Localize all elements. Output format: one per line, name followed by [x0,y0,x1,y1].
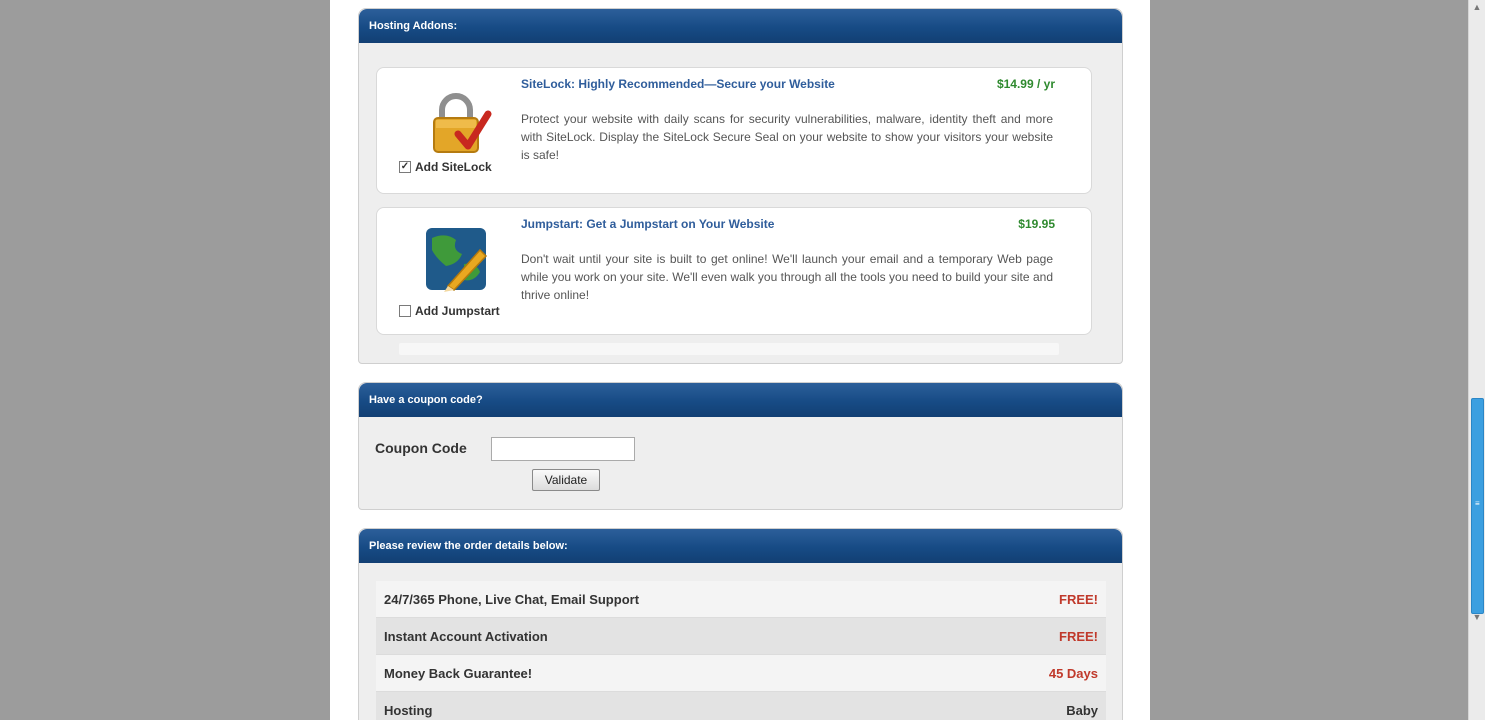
coupon-panel: Have a coupon code? Coupon Code Validate [358,382,1123,510]
order-row-value: 45 Days [1048,665,1098,681]
sitelock-addon-card: ✓ Add SiteLock SiteLock: Highly Recommen… [376,67,1092,194]
order-details-list: 24/7/365 Phone, Live Chat, Email Support… [376,581,1106,720]
scroll-grip-icon: ≡ [1475,499,1480,508]
order-row-value: Baby [1066,702,1098,718]
order-row: Money Back Guarantee! 45 Days [376,655,1106,692]
order-row-label: 24/7/365 Phone, Live Chat, Email Support [384,591,640,607]
order-row: Instant Account Activation FREE! [376,618,1106,655]
sitelock-title: SiteLock: Highly Recommended—Secure your… [521,77,835,91]
add-sitelock-checkbox[interactable]: ✓ Add SiteLock [399,160,492,174]
sitelock-price: $14.99 / yr [996,77,1055,91]
jumpstart-price: $19.95 [1018,217,1055,231]
checkbox-unchecked-icon[interactable] [399,305,411,317]
padlock-checkmark-icon [422,90,492,160]
faded-row [399,343,1059,355]
coupon-header: Have a coupon code? [359,383,1122,417]
vertical-scrollbar[interactable]: ▲ ≡ ▼ [1468,0,1485,720]
add-jumpstart-label: Add Jumpstart [415,304,500,318]
hosting-addons-panel: Hosting Addons: ✓ Add SiteLock SiteLock:… [358,8,1123,364]
order-row: 24/7/365 Phone, Live Chat, Email Support… [376,581,1106,618]
hosting-addons-header: Hosting Addons: [359,9,1122,43]
jumpstart-addon-card: Add Jumpstart Jumpstart: Get a Jumpstart… [376,207,1092,335]
scroll-up-arrow-icon[interactable]: ▲ [1472,2,1482,12]
order-review-header: Please review the order details below: [359,529,1122,563]
validate-button[interactable]: Validate [532,469,600,491]
scrollbar-thumb[interactable]: ≡ [1471,398,1484,614]
order-row-label: Money Back Guarantee! [384,665,533,681]
order-row-label: Hosting [384,702,433,718]
order-review-panel: Please review the order details below: 2… [358,528,1123,720]
order-row-value: FREE! [1059,628,1098,644]
coupon-code-label: Coupon Code [375,440,467,456]
coupon-code-input[interactable] [491,437,635,461]
order-row-value: FREE! [1059,591,1098,607]
globe-pencil-icon [422,224,492,294]
jumpstart-description: Don't wait until your site is built to g… [521,252,1053,302]
add-sitelock-label: Add SiteLock [415,160,492,174]
add-jumpstart-checkbox[interactable]: Add Jumpstart [399,304,500,318]
scroll-down-arrow-icon[interactable]: ▼ [1472,612,1482,622]
jumpstart-title: Jumpstart: Get a Jumpstart on Your Websi… [521,217,775,231]
checkbox-checked-icon[interactable]: ✓ [399,161,411,173]
order-row-label: Instant Account Activation [384,628,548,644]
sitelock-description: Protect your website with daily scans fo… [521,112,1053,162]
order-row: Hosting Baby [376,692,1106,720]
